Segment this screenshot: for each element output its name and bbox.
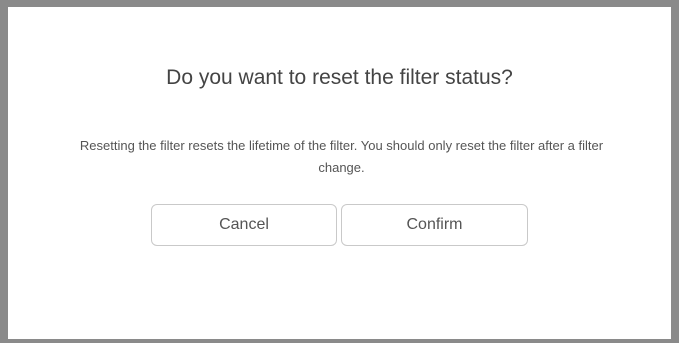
reset-filter-dialog: Do you want to reset the filter status? … bbox=[0, 0, 679, 343]
dialog-title: Do you want to reset the filter status? bbox=[166, 66, 513, 89]
cancel-button[interactable]: Cancel bbox=[151, 204, 337, 246]
confirm-button[interactable]: Confirm bbox=[341, 204, 528, 246]
dialog-button-row: Cancel Confirm bbox=[8, 204, 671, 246]
dialog-message-line-2: change. bbox=[318, 160, 365, 175]
dialog-message-line-1: Resetting the filter resets the lifetime… bbox=[79, 138, 604, 153]
dialog-message: Resetting the filter resets the lifetime… bbox=[12, 135, 671, 179]
